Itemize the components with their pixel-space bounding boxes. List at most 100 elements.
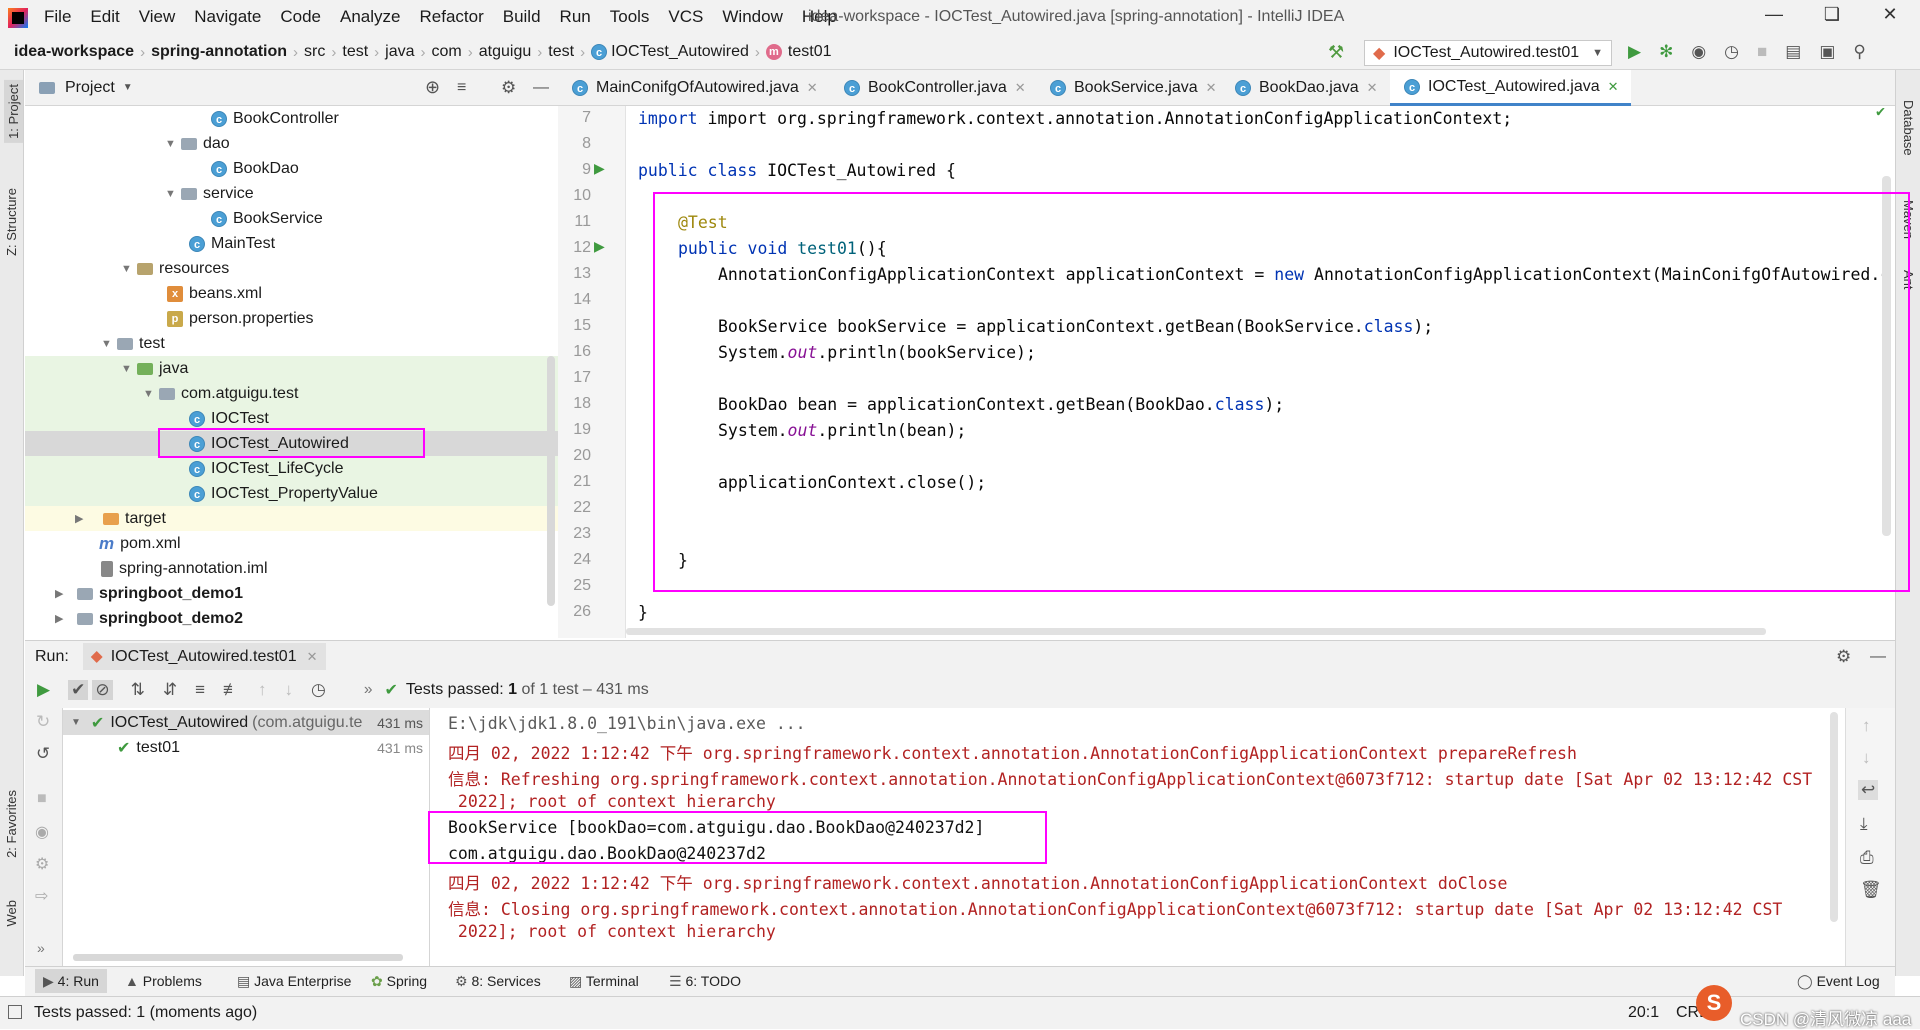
- project-tool-tab[interactable]: 1: Project: [4, 80, 23, 143]
- toggle-tool-windows-icon[interactable]: [8, 1005, 22, 1019]
- expand-arrow-icon[interactable]: ▼: [101, 338, 117, 350]
- tab-bookdao[interactable]: c BookDao.java ✕: [1221, 70, 1378, 106]
- menu-view[interactable]: View: [139, 7, 176, 27]
- tab-mainconfig[interactable]: c MainConifgOfAutowired.java ✕: [558, 70, 818, 106]
- tab-todo[interactable]: ☰ 6: TODO: [669, 973, 741, 990]
- menu-analyze[interactable]: Analyze: [340, 7, 400, 27]
- expand-arrow-icon[interactable]: ▼: [121, 263, 137, 275]
- search-icon[interactable]: ⚲: [1853, 42, 1865, 62]
- scroll-up-icon[interactable]: ↑: [1862, 716, 1871, 736]
- menu-file[interactable]: File: [44, 7, 71, 27]
- print-icon[interactable]: ⎙: [1860, 848, 1874, 868]
- close-tab-icon[interactable]: ✕: [307, 649, 318, 665]
- tab-problems[interactable]: ▲ Problems: [125, 973, 202, 989]
- caret-position[interactable]: 20:1: [1628, 1004, 1659, 1022]
- breadcrumb-item[interactable]: test: [548, 43, 574, 61]
- gear-icon[interactable]: ⚙: [501, 78, 516, 98]
- debug-icon[interactable]: ✻: [1659, 42, 1673, 62]
- menu-tools[interactable]: Tools: [610, 7, 650, 27]
- breadcrumb-item[interactable]: test01: [788, 43, 832, 61]
- build-hammer-icon[interactable]: ⚒: [1328, 42, 1344, 63]
- profile-icon[interactable]: ◷: [1724, 42, 1739, 62]
- tree-item[interactable]: c BookService: [25, 206, 558, 231]
- hide-panel-icon[interactable]: —: [1870, 648, 1886, 666]
- test-case-row[interactable]: ✔ test01 431 ms: [63, 735, 429, 760]
- tree-item[interactable]: ▼ dao: [25, 131, 558, 156]
- tab-run[interactable]: ▶ 4: Run: [35, 969, 107, 993]
- hide-panel-icon[interactable]: —: [533, 79, 549, 97]
- expand-arrow-icon[interactable]: ▼: [143, 388, 159, 400]
- run-tab[interactable]: ◆ IOCTest_Autowired.test01 ✕: [82, 643, 326, 670]
- tree-item[interactable]: ▼ test: [25, 331, 558, 356]
- collapse-all-icon[interactable]: ≢: [223, 680, 240, 700]
- tab-java-enterprise[interactable]: ▤ Java Enterprise: [237, 973, 351, 990]
- close-icon[interactable]: ✕: [1868, 4, 1912, 32]
- tab-bookservice[interactable]: c BookService.java ✕: [1036, 70, 1217, 106]
- close-tab-icon[interactable]: ✕: [1608, 79, 1619, 95]
- coverage-icon[interactable]: ◉: [1691, 42, 1706, 62]
- tab-ioctest-autowired[interactable]: c IOCTest_Autowired.java ✕: [1390, 70, 1631, 106]
- camera-icon[interactable]: ◉: [35, 822, 49, 842]
- console-scrollbar[interactable]: [1830, 712, 1838, 922]
- collapsed-arrow-icon[interactable]: ▶: [75, 512, 91, 525]
- run-gutter-icon[interactable]: ▶: [594, 238, 605, 255]
- database-tool-tab[interactable]: Database: [1901, 100, 1916, 156]
- next-failed-icon[interactable]: ↓: [285, 680, 294, 700]
- tree-item[interactable]: ▶ springboot_demo2: [25, 606, 558, 631]
- inspection-ok-icon[interactable]: ✔: [1876, 106, 1885, 120]
- tree-item[interactable]: p person.properties: [25, 306, 558, 331]
- tree-item[interactable]: m pom.xml: [25, 531, 558, 556]
- sort-duration-icon[interactable]: ⇵: [163, 680, 177, 700]
- tree-item[interactable]: ▼ resources: [25, 256, 558, 281]
- close-tab-icon[interactable]: ✕: [807, 80, 818, 96]
- show-ignored-icon[interactable]: ⊘: [92, 680, 113, 700]
- expand-arrow-icon[interactable]: ▼: [121, 363, 137, 375]
- scroll-down-icon[interactable]: ↓: [1862, 748, 1871, 768]
- tree-item[interactable]: c IOCTest_LifeCycle: [25, 456, 558, 481]
- tree-item[interactable]: c IOCTest_PropertyValue: [25, 481, 558, 506]
- menu-refactor[interactable]: Refactor: [419, 7, 483, 27]
- horizontal-scrollbar[interactable]: [626, 628, 1766, 635]
- test-history-icon[interactable]: ◷: [311, 680, 326, 700]
- tree-item[interactable]: c BookDao: [25, 156, 558, 181]
- project-panel-title[interactable]: Project: [65, 79, 115, 97]
- tab-terminal[interactable]: ▨ Terminal: [569, 973, 639, 990]
- tree-item[interactable]: ▶ target: [25, 506, 558, 531]
- close-tab-icon[interactable]: ✕: [1367, 80, 1378, 96]
- tree-item[interactable]: ▼ service: [25, 181, 558, 206]
- breadcrumb-item[interactable]: atguigu: [479, 43, 532, 61]
- rerun-failed-icon[interactable]: ↺: [36, 744, 50, 764]
- minimize-icon[interactable]: —: [1752, 4, 1796, 32]
- stop-icon[interactable]: ■: [1757, 42, 1767, 62]
- previous-failed-icon[interactable]: ↑: [258, 680, 267, 700]
- menu-run[interactable]: Run: [560, 7, 591, 27]
- toggle-auto-test-icon[interactable]: ↻: [36, 712, 50, 732]
- breadcrumb-item[interactable]: test: [342, 43, 368, 61]
- breadcrumb-item[interactable]: java: [385, 43, 414, 61]
- breadcrumb-item[interactable]: idea-workspace: [14, 43, 134, 61]
- breadcrumb-item[interactable]: src: [304, 43, 325, 61]
- favorites-tool-tab[interactable]: 2: Favorites: [4, 790, 19, 858]
- run-gutter-icon[interactable]: ▶: [594, 160, 605, 177]
- sort-alpha-icon[interactable]: ⇅: [131, 680, 145, 700]
- tree-item[interactable]: spring-annotation.iml: [25, 556, 558, 581]
- maximize-icon[interactable]: ❏: [1810, 4, 1854, 32]
- tree-item[interactable]: ▼ com.atguigu.test: [25, 381, 558, 406]
- menu-code[interactable]: Code: [280, 7, 321, 27]
- close-tab-icon[interactable]: ✕: [1015, 80, 1026, 96]
- menu-build[interactable]: Build: [503, 7, 541, 27]
- locate-icon[interactable]: ⊕: [425, 77, 440, 98]
- breadcrumb-item[interactable]: spring-annotation: [151, 43, 287, 61]
- breadcrumb-item[interactable]: IOCTest_Autowired: [611, 43, 749, 61]
- menu-navigate[interactable]: Navigate: [194, 7, 261, 27]
- expand-all-icon[interactable]: ≡: [195, 680, 205, 700]
- close-tab-icon[interactable]: ✕: [1206, 80, 1217, 96]
- collapsed-arrow-icon[interactable]: ▶: [55, 612, 71, 625]
- menu-window[interactable]: Window: [722, 7, 782, 27]
- breadcrumb-item[interactable]: com: [432, 43, 462, 61]
- expand-arrow-icon[interactable]: ▼: [71, 717, 81, 728]
- clear-icon[interactable]: 🗑: [1860, 880, 1882, 900]
- show-passed-icon[interactable]: ✔: [68, 680, 89, 700]
- web-tool-tab[interactable]: Web: [4, 900, 19, 927]
- tree-item[interactable]: ▶ springboot_demo1: [25, 581, 558, 606]
